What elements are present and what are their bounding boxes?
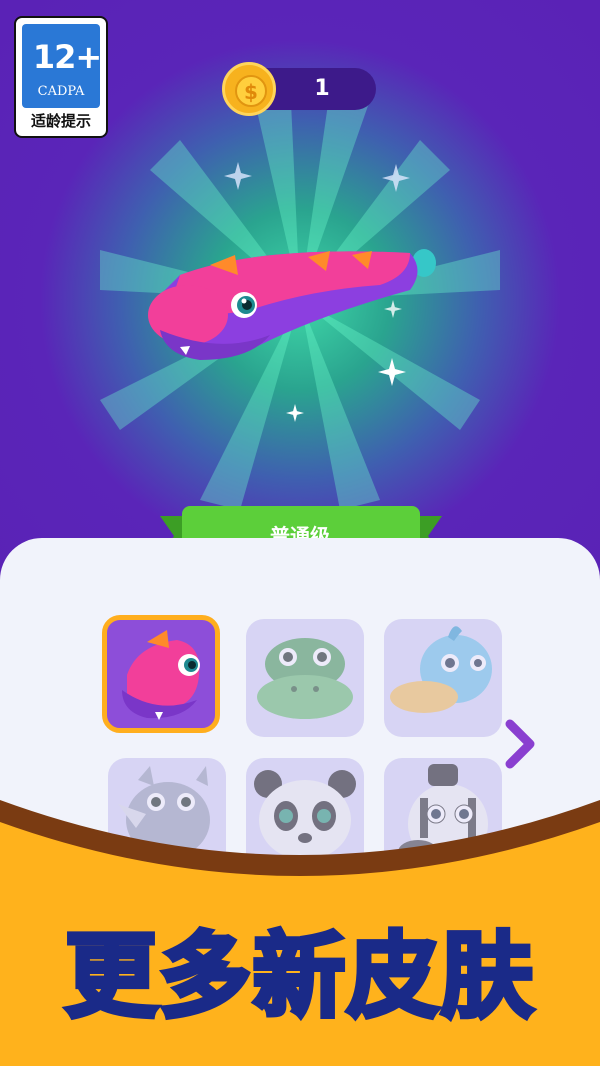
sparkle-icon bbox=[224, 162, 252, 190]
coin-icon-core: $ bbox=[235, 75, 267, 107]
sparkle-icon bbox=[286, 404, 304, 422]
coin-icon: $ bbox=[222, 62, 276, 116]
age-rating-tip: 适龄提示 bbox=[30, 112, 91, 130]
duck-icon bbox=[390, 626, 492, 713]
coin-count: 1 bbox=[314, 76, 330, 101]
chevron-right-icon[interactable] bbox=[498, 716, 542, 772]
skin-card-duck[interactable] bbox=[384, 619, 502, 737]
crocodile-icon bbox=[257, 638, 353, 719]
coin-symbol-icon: $ bbox=[244, 80, 258, 104]
skin-card-pink-dragon[interactable] bbox=[102, 615, 220, 733]
promo-text: 更多新皮肤 bbox=[62, 921, 535, 1033]
sparkle-icon bbox=[382, 164, 410, 192]
age-rating-badge: 12+ CADPA 适龄提示 bbox=[14, 16, 108, 138]
skin-card-crocodile[interactable] bbox=[246, 619, 364, 737]
age-rating-org: CADPA bbox=[37, 84, 85, 99]
skin-preview-dragon bbox=[148, 249, 436, 360]
age-rating-box: 12+ CADPA bbox=[22, 24, 102, 108]
age-rating-number: 12+ bbox=[32, 38, 102, 76]
pink-dragon-icon bbox=[122, 630, 200, 720]
